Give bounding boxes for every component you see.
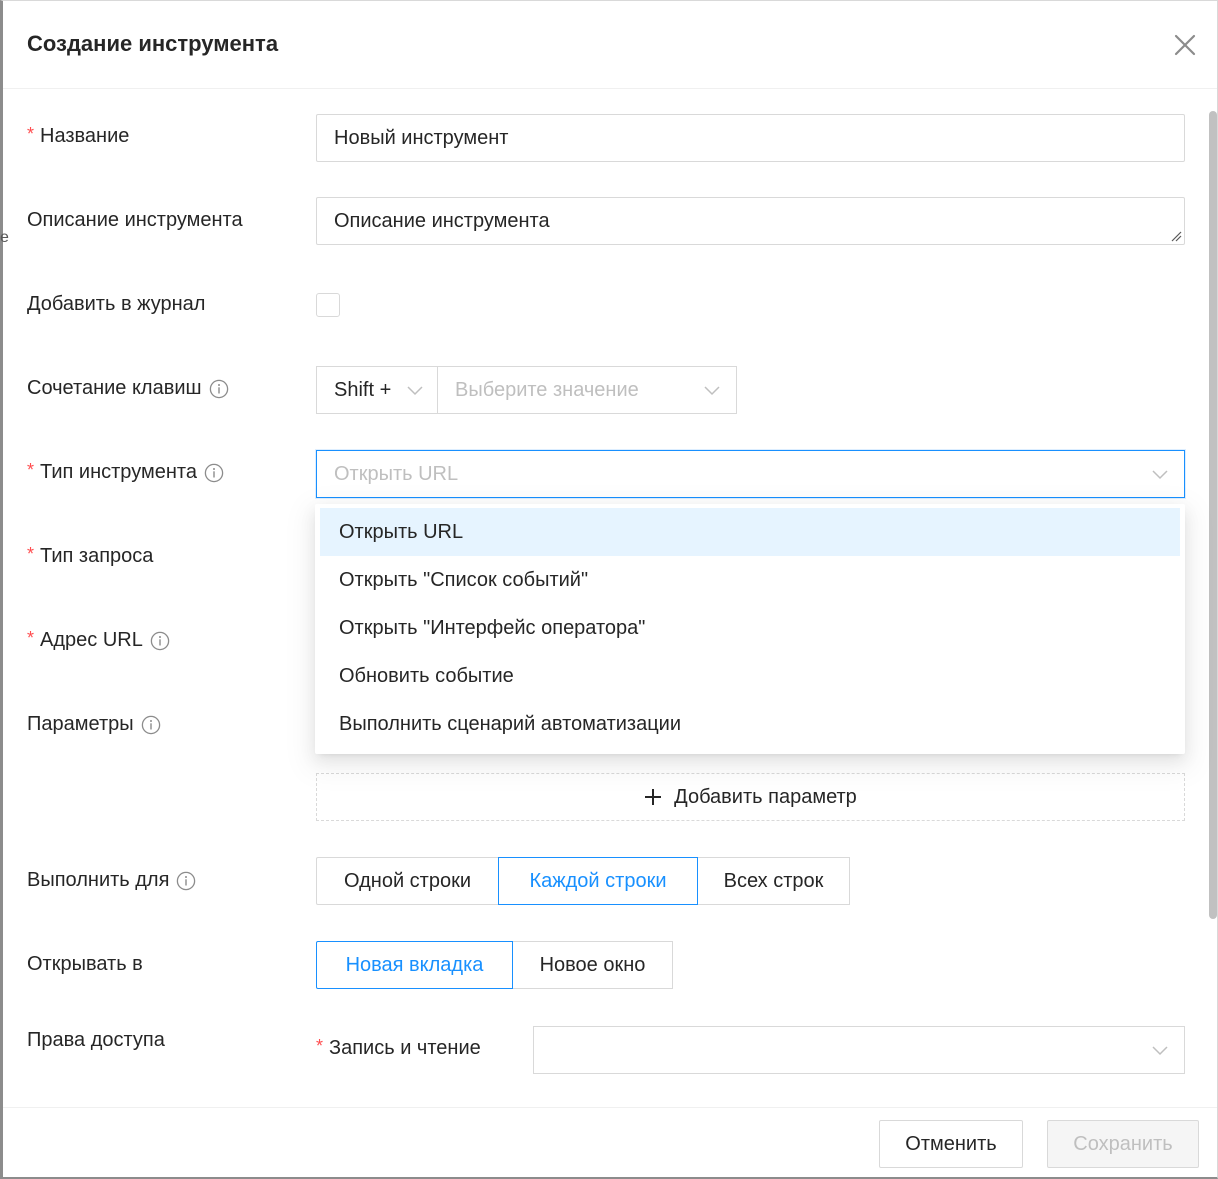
execute-for-all-rows[interactable]: Всех строк [697,857,850,905]
open-in-label: Открывать в [27,953,143,975]
open-in-new-tab[interactable]: Новая вкладка [316,941,513,989]
tool-type-select[interactable]: Открыть URL [316,450,1185,498]
request-type-label: * Тип запроса [27,544,154,567]
name-label: * Название [27,124,130,147]
open-in-new-window[interactable]: Новое окно [512,941,673,989]
dropdown-option[interactable]: Обновить событие [320,652,1180,700]
background-text-fragment: е [0,229,9,246]
required-mark: * [27,544,35,564]
cancel-button[interactable]: Отменить [879,1120,1023,1168]
dropdown-option[interactable]: Открыть "Интерфейс оператора" [320,604,1180,652]
create-tool-modal: е Создание инструмента * Название Новый … [0,0,1218,1179]
dropdown-option[interactable]: Выполнить сценарий автоматизации [320,700,1180,748]
info-icon[interactable] [204,463,224,483]
required-mark: * [27,628,35,648]
execute-for-label: Выполнить для [27,869,196,892]
modal-title: Создание инструмента [27,31,279,56]
execute-for-radio-group: Одной строки Каждой строки Всех строк [316,857,850,905]
resize-handle-icon[interactable] [1170,230,1182,242]
required-mark: * [27,124,35,144]
modal-header: Создание инструмента [3,1,1217,89]
plus-icon [645,789,662,805]
required-mark: * [27,460,35,480]
chevron-down-icon [1152,470,1168,480]
close-button[interactable] [1171,31,1199,59]
hotkey-key-select[interactable]: Выберите значение [437,366,737,414]
tool-type-dropdown: Открыть URL Открыть "Список событий" Отк… [315,504,1185,754]
hotkey-modifier-select[interactable]: Shift + [316,366,438,414]
write-read-select[interactable] [533,1026,1185,1074]
modal-footer: Отменить Сохранить [3,1107,1217,1179]
execute-for-each-row[interactable]: Каждой строки [498,857,698,905]
execute-for-single-row[interactable]: Одной строки [316,857,499,905]
scrollbar-thumb[interactable] [1209,111,1217,919]
chevron-down-icon [704,386,720,396]
hotkey-label: Сочетание клавиш [27,377,229,400]
add-to-log-checkbox[interactable] [316,293,340,317]
required-mark: * [316,1036,324,1056]
params-label: Параметры [27,713,161,736]
info-icon[interactable] [176,871,196,891]
info-icon[interactable] [141,715,161,735]
write-read-label: * Запись и чтение [316,1036,481,1059]
name-input[interactable]: Новый инструмент [316,114,1185,162]
save-button[interactable]: Сохранить [1047,1120,1199,1168]
info-icon[interactable] [150,631,170,651]
dropdown-option[interactable]: Открыть "Список событий" [320,556,1180,604]
access-rights-label: Права доступа [27,1029,165,1051]
chevron-down-icon [1152,1046,1168,1056]
info-icon[interactable] [209,379,229,399]
tool-type-label: * Тип инструмента [27,460,224,484]
close-icon [1174,34,1196,56]
chevron-down-icon [407,386,423,396]
add-to-log-label: Добавить в журнал [27,293,206,315]
description-textarea[interactable]: Описание инструмента [316,197,1185,245]
dropdown-option[interactable]: Открыть URL [320,508,1180,556]
url-label: * Адрес URL [27,628,170,652]
open-in-radio-group: Новая вкладка Новое окно [316,941,673,989]
description-label: Описание инструмента [27,209,243,231]
add-parameter-button[interactable]: Добавить параметр [316,773,1185,821]
